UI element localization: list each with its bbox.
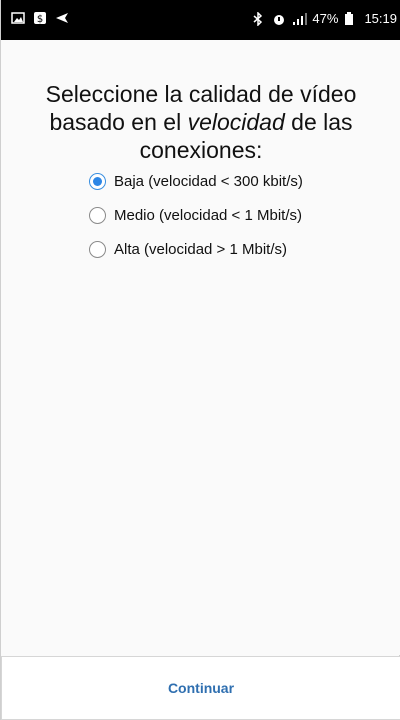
- status-bar: $ 47% 15:19: [1, 0, 400, 40]
- option-medio[interactable]: Medio (velocidad < 1 Mbit/s): [89, 205, 303, 225]
- status-left: $: [11, 11, 69, 25]
- battery-percent: 47%: [312, 11, 339, 26]
- option-label-medio: Medio (velocidad < 1 Mbit/s): [114, 206, 302, 224]
- main-content: Seleccione la calidad de vídeo basado en…: [1, 40, 400, 655]
- battery-icon: [344, 11, 358, 26]
- quality-options: Baja (velocidad < 300 kbit/s) Medio (vel…: [89, 171, 303, 273]
- image-icon: [11, 11, 25, 25]
- radio-medio[interactable]: [89, 206, 106, 224]
- option-label-alta: Alta (velocidad > 1 Mbit/s): [114, 240, 287, 258]
- status-right: 47% 15:19: [252, 11, 397, 26]
- radio-baja[interactable]: [89, 172, 106, 190]
- option-baja[interactable]: Baja (velocidad < 300 kbit/s): [89, 171, 303, 191]
- status-time: 15:19: [364, 11, 397, 26]
- bottom-bar: Continuar: [1, 656, 400, 720]
- continue-button[interactable]: Continuar: [168, 680, 234, 696]
- bluetooth-icon: [252, 11, 266, 26]
- page-title: Seleccione la calidad de vídeo basado en…: [21, 80, 381, 164]
- app-frame: $ 47% 15:19 Seleccione la calidad de víd…: [0, 0, 400, 720]
- option-label-baja: Baja (velocidad < 300 kbit/s): [114, 172, 303, 190]
- radio-alta[interactable]: [89, 240, 106, 258]
- svg-text:$: $: [37, 14, 43, 25]
- alarm-icon: [272, 12, 286, 26]
- send-icon: [55, 11, 69, 25]
- dollar-badge-icon: $: [33, 11, 47, 25]
- option-alta[interactable]: Alta (velocidad > 1 Mbit/s): [89, 239, 303, 259]
- title-emphasis: velocidad: [187, 109, 285, 135]
- signal-icon: [292, 12, 308, 26]
